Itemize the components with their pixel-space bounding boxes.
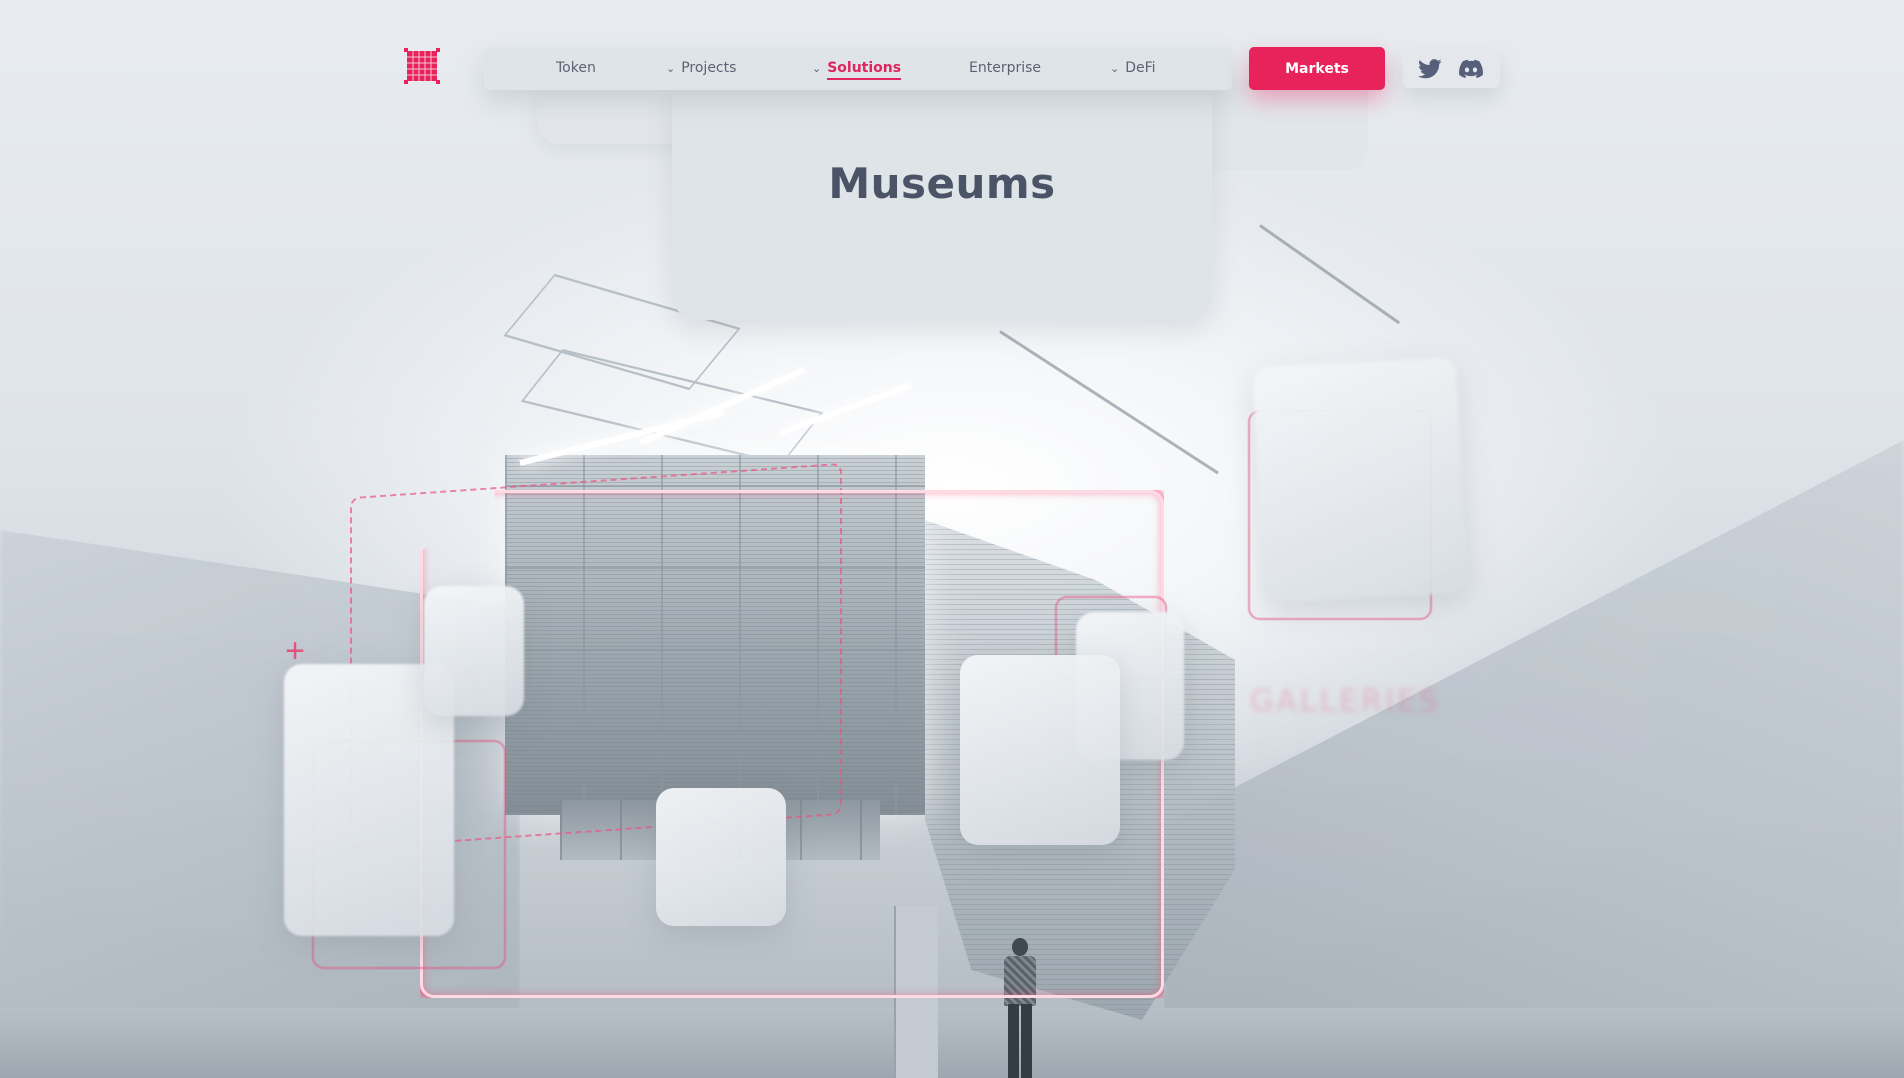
ceiling-rail <box>999 330 1219 475</box>
nav-item-token[interactable]: Token <box>556 47 596 90</box>
ceiling-rail <box>1259 224 1401 325</box>
main-nav: Token ⌄ Projects ⌄ Solutions Enterprise ⌄ D… <box>484 47 1232 90</box>
markets-button[interactable]: Markets <box>1249 47 1385 90</box>
nav-item-solutions[interactable]: ⌄ Solutions <box>812 47 902 90</box>
chevron-down-icon: ⌄ <box>1110 62 1120 75</box>
nav-item-defi[interactable]: ⌄ DeFi <box>1110 47 1156 90</box>
plus-icon: + <box>285 632 305 670</box>
title-card: Museums <box>672 86 1212 320</box>
floating-glass-card <box>656 788 786 926</box>
ghost-label: GALLERIES <box>1250 684 1441 719</box>
page-title: Museums <box>828 158 1056 208</box>
nav-item-enterprise[interactable]: Enterprise <box>969 47 1041 90</box>
nav-item-projects[interactable]: ⌄ Projects <box>666 47 736 90</box>
chevron-down-icon: ⌄ <box>666 62 676 75</box>
social-links <box>1403 49 1500 88</box>
grid-logo-icon[interactable] <box>404 48 440 84</box>
floating-glass-card <box>1251 356 1469 604</box>
floating-glass-card <box>960 655 1120 845</box>
floating-glass-card <box>424 586 524 716</box>
chevron-down-icon: ⌄ <box>812 62 822 75</box>
twitter-icon[interactable] <box>1418 58 1442 80</box>
gallery-floor <box>0 1008 1904 1078</box>
discord-icon[interactable] <box>1459 58 1483 80</box>
